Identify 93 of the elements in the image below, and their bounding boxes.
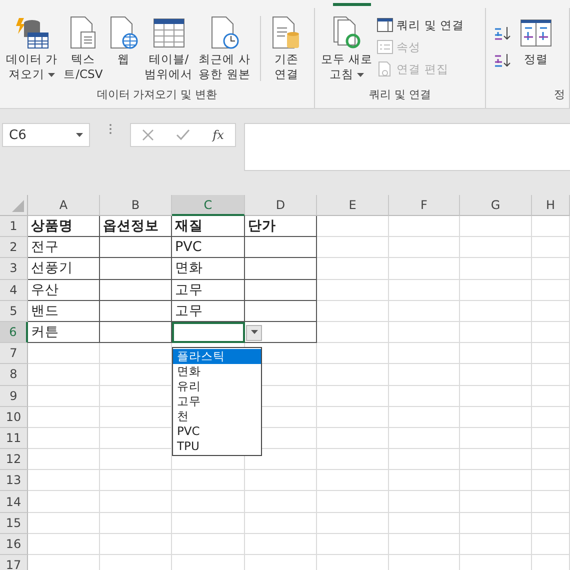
row-header[interactable]: 6 xyxy=(0,322,28,344)
empty-cell[interactable] xyxy=(100,258,172,280)
row-header[interactable]: 17 xyxy=(0,555,28,570)
empty-cell[interactable] xyxy=(100,280,172,301)
table-cell: 고무 xyxy=(172,300,245,322)
clock-document-icon xyxy=(210,16,240,50)
ribbon-button[interactable]: 기존 연결 xyxy=(269,12,304,87)
ribbon-button[interactable]: 테이블/ 범위에서 xyxy=(142,12,195,87)
column-header[interactable]: F xyxy=(389,195,460,216)
insert-function-button[interactable]: fx xyxy=(212,128,224,142)
group-label: 데이터 가져오기 및 변환 xyxy=(96,87,218,103)
cancel-icon[interactable] xyxy=(142,129,154,141)
row-header[interactable]: 15 xyxy=(0,512,28,534)
table-cell: 커튼 xyxy=(28,322,100,344)
dropdown-button[interactable] xyxy=(246,324,262,341)
column-header[interactable]: H xyxy=(532,195,570,216)
table-cell: 단가 xyxy=(245,216,317,238)
column-header[interactable]: C xyxy=(172,195,245,216)
ribbon-button[interactable]: 모두 새로 고침 xyxy=(319,12,375,87)
dropdown-option[interactable]: 유리 xyxy=(173,379,261,394)
dropdown-option[interactable]: PVC xyxy=(173,424,261,439)
linked-document-icon xyxy=(376,61,393,77)
table-cell: 상품명 xyxy=(28,216,100,238)
row-header[interactable]: 4 xyxy=(0,280,28,301)
dropdown-option[interactable]: 면화 xyxy=(173,364,261,379)
table-icon xyxy=(152,17,185,49)
row-header[interactable]: 11 xyxy=(0,428,28,450)
check-icon[interactable] xyxy=(176,129,190,141)
empty-cell[interactable] xyxy=(245,258,317,280)
ribbon-button[interactable]: 웹 xyxy=(106,12,141,87)
table-cell: 재질 xyxy=(172,216,245,238)
empty-cell[interactable] xyxy=(100,322,172,344)
dropdown-caret-icon xyxy=(250,330,258,336)
group-label: 쿼리 및 연결 xyxy=(368,87,432,103)
table-cell: 옵션정보 xyxy=(100,216,172,238)
row-header[interactable]: 16 xyxy=(0,534,28,555)
pane-icon xyxy=(376,18,393,32)
dropdown-caret-icon xyxy=(76,132,83,138)
ribbon-button[interactable]: 데이터 가 져오기 xyxy=(4,12,60,87)
table-cell: 선풍기 xyxy=(28,258,100,280)
empty-cell[interactable] xyxy=(100,300,172,322)
dropdown-option[interactable]: 고무 xyxy=(173,394,261,409)
table-cell: 밴드 xyxy=(28,300,100,322)
row-header[interactable]: 7 xyxy=(0,343,28,364)
empty-cell[interactable] xyxy=(245,280,317,301)
text-file-icon xyxy=(69,16,98,50)
row-header[interactable]: 14 xyxy=(0,491,28,513)
ribbon-button[interactable]: 쿼리 및 연결 xyxy=(376,16,464,34)
column-header[interactable]: G xyxy=(460,195,532,216)
table-cell: PVC xyxy=(172,237,245,258)
select-all-icon[interactable] xyxy=(12,200,24,212)
ribbon-button[interactable]: 정렬 xyxy=(518,12,554,87)
column-header[interactable]: E xyxy=(317,195,389,216)
grip-icon xyxy=(108,123,112,135)
group-label: 정 xyxy=(554,87,565,103)
column-header[interactable]: D xyxy=(245,195,317,216)
table-cell: 전구 xyxy=(28,237,100,258)
caret-icon xyxy=(48,73,56,78)
row-header[interactable]: 2 xyxy=(0,237,28,258)
document-database-icon xyxy=(271,16,302,50)
row-header[interactable]: 12 xyxy=(0,449,28,470)
sort-icon xyxy=(520,19,552,47)
active-tab-underline xyxy=(333,3,371,6)
ribbon-button[interactable]: 텍스 트/CSV xyxy=(62,12,105,87)
empty-cell[interactable] xyxy=(172,322,245,344)
dropdown-option[interactable]: TPU xyxy=(173,439,261,454)
row-header[interactable]: 8 xyxy=(0,364,28,386)
empty-cell[interactable] xyxy=(245,322,317,344)
column-header[interactable]: B xyxy=(100,195,172,216)
properties-icon xyxy=(376,40,393,54)
table-cell: 고무 xyxy=(172,280,245,301)
sort-ascending-icon[interactable] xyxy=(494,24,512,42)
name-box[interactable]: C6 xyxy=(2,123,90,147)
row-header[interactable]: 10 xyxy=(0,406,28,428)
row-header[interactable]: 1 xyxy=(0,216,28,238)
row-header[interactable]: 5 xyxy=(0,300,28,322)
database-icon xyxy=(14,16,49,50)
empty-cell[interactable] xyxy=(245,300,317,322)
refresh-icon xyxy=(330,16,363,50)
dropdown-option[interactable]: 천 xyxy=(173,409,261,424)
caret-icon xyxy=(357,73,364,78)
table-cell: 우산 xyxy=(28,280,100,301)
column-header[interactable]: A xyxy=(28,195,100,216)
empty-cell[interactable] xyxy=(100,237,172,258)
web-page-icon xyxy=(108,16,139,50)
formula-input[interactable] xyxy=(244,123,570,171)
row-header[interactable]: 13 xyxy=(0,470,28,492)
ribbon-button[interactable]: 최근에 사 용한 원본 xyxy=(196,12,252,87)
dropdown-option[interactable]: 플라스틱 xyxy=(173,349,261,364)
table-cell: 면화 xyxy=(172,258,245,280)
row-header[interactable]: 9 xyxy=(0,386,28,407)
row-header[interactable]: 3 xyxy=(0,258,28,280)
empty-cell[interactable] xyxy=(245,237,317,258)
